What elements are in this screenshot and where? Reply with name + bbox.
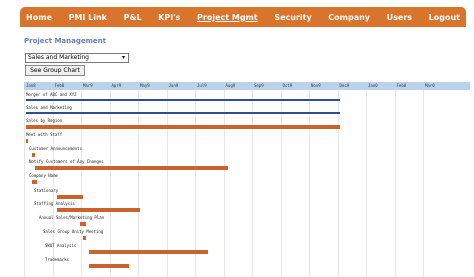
gantt-task-bar[interactable] xyxy=(26,139,28,143)
task-label: Merger of ABC and XYZ xyxy=(26,92,77,97)
gantt-task-bar[interactable] xyxy=(26,125,340,129)
nav-item-pmi-link[interactable]: PMI Link xyxy=(69,13,107,22)
nav-item-security[interactable]: Security xyxy=(274,13,311,22)
month-gridline xyxy=(366,82,367,277)
nav-item-logout[interactable]: Logout xyxy=(429,13,460,22)
page-title: Project Management xyxy=(24,37,106,45)
gantt-task-bar[interactable] xyxy=(57,208,140,212)
month-label: Apr9 xyxy=(111,83,122,88)
gantt-task-bar[interactable] xyxy=(31,180,38,184)
task-label: Customer Announcements xyxy=(29,146,82,151)
task-label: Sales and Marketing xyxy=(26,105,72,110)
gantt-task-bar[interactable] xyxy=(83,236,86,240)
month-label: Jan0 xyxy=(368,83,378,88)
month-label: Jul9 xyxy=(197,83,207,88)
top-nav-bar: Home PMI Link P&L KPI's Project Mgmt Security… xyxy=(20,7,466,27)
gantt-chart: Jan8 Feb8 Mar9 Apr9 May9 Jun9 Jul9 Aug9 Sep9 Oct9… xyxy=(24,82,470,277)
month-gridline xyxy=(24,82,25,277)
gantt-task-bar[interactable] xyxy=(34,166,229,170)
group-select-value: Sales and Marketing xyxy=(28,54,89,61)
task-label: Sales by Region xyxy=(26,118,63,123)
nav-item-p-l[interactable]: P&L xyxy=(124,13,142,22)
task-label: SWOT Analysis xyxy=(45,243,77,248)
task-label: Trademarks xyxy=(45,257,70,262)
month-label: Mar9 xyxy=(83,83,93,88)
month-label: Dec9 xyxy=(339,83,350,88)
month-label: Oct9 xyxy=(282,83,293,88)
nav-item-company[interactable]: Company xyxy=(328,13,370,22)
gantt-task-bar[interactable] xyxy=(80,222,86,226)
month-label: Feb8 xyxy=(54,83,65,88)
month-label: Feb0 xyxy=(396,83,407,88)
month-label: Sep9 xyxy=(254,83,264,88)
month-gridline xyxy=(394,82,396,277)
task-label: Meet with Staff xyxy=(26,132,63,137)
gantt-task-bar[interactable] xyxy=(88,264,129,268)
gantt-summary-bar[interactable] xyxy=(26,99,340,101)
month-label: Aug9 xyxy=(225,83,236,88)
gantt-task-bar[interactable] xyxy=(57,195,83,199)
group-select[interactable]: Sales and Marketing ▾ xyxy=(25,53,129,63)
task-label: Sales Group Unity Meeting xyxy=(43,229,104,234)
nav-item-project-mgmt[interactable]: Project Mgmt xyxy=(197,13,258,22)
task-label: Company Name xyxy=(29,173,58,178)
month-label: Nov9 xyxy=(311,83,321,88)
month-label: May9 xyxy=(140,83,150,88)
nav-item-home[interactable]: Home xyxy=(26,13,52,22)
month-label: Jun9 xyxy=(168,83,179,88)
gantt-task-bar[interactable] xyxy=(88,250,209,254)
month-label: Mar0 xyxy=(425,83,435,88)
month-label: Jan8 xyxy=(26,83,36,88)
task-label: Stationary xyxy=(34,188,59,193)
gantt-summary-bar[interactable] xyxy=(26,112,340,114)
task-label: Annual Sales/Marketing Plan xyxy=(39,215,105,220)
task-label: Notify Customers of Any Changes xyxy=(29,159,104,164)
chevron-down-icon: ▾ xyxy=(121,54,125,61)
see-group-chart-button[interactable]: See Group Chart xyxy=(25,65,85,76)
task-label: Staffing Analysis xyxy=(34,201,75,206)
month-gridline xyxy=(423,82,424,277)
nav-item-users[interactable]: Users xyxy=(387,13,412,22)
gantt-task-bar[interactable] xyxy=(31,153,35,157)
month-header: Jan8 Feb8 Mar9 Apr9 May9 Jun9 Jul9 Aug9 Sep9 Oct9… xyxy=(24,82,470,90)
nav-item-kpi-s[interactable]: KPI's xyxy=(158,13,180,22)
